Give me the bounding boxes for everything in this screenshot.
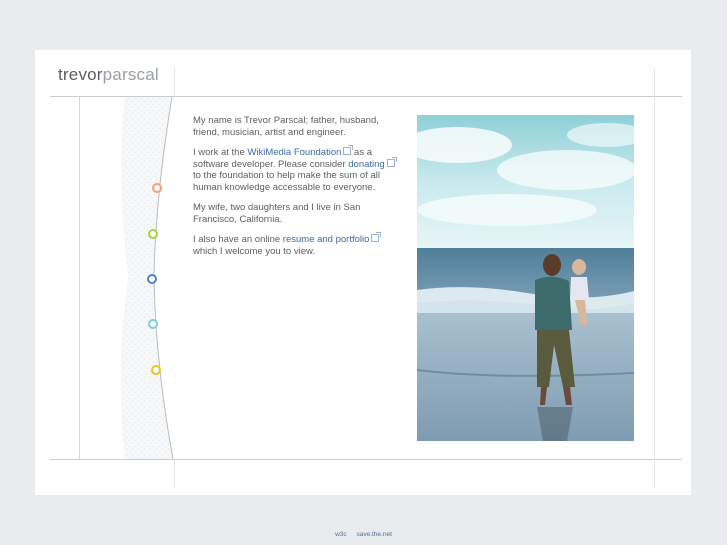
nav-dot-yellow[interactable]: [151, 365, 161, 375]
nav-dot-orange[interactable]: [152, 183, 162, 193]
nav-dot-green[interactable]: [148, 229, 158, 239]
w3c-link[interactable]: w3c: [335, 531, 347, 538]
nav-dot-blue[interactable]: [147, 274, 157, 284]
side-texture: [120, 96, 174, 460]
portfolio-text-2: which I welcome you to view.: [193, 245, 315, 257]
footer: w3c save.the.net: [0, 531, 727, 538]
bio-intro: My name is Trevor Parscal; father, husba…: [193, 115, 379, 138]
bio-content: My name is Trevor Parscal; father, husba…: [193, 115, 401, 266]
logo-divider: [174, 68, 175, 96]
work-text-1: I work at the: [193, 147, 248, 158]
bio-work: I work at the WikiMedia Foundation as a …: [193, 145, 401, 193]
right-rule: [654, 68, 655, 488]
external-link-icon: [386, 156, 397, 167]
bottom-divider: [174, 460, 175, 488]
portfolio-text-1: I also have an online: [193, 234, 283, 245]
footer-rule: [50, 459, 682, 460]
external-link-icon: [371, 232, 382, 242]
portfolio-link-label: resume and portfolio: [282, 234, 370, 245]
wikimedia-link[interactable]: WikiMedia Foundation: [247, 145, 354, 158]
logo-last: parscal: [102, 65, 159, 84]
beach-photo-image: [417, 115, 634, 441]
nav-dot-cyan[interactable]: [148, 319, 158, 329]
side-nav-panel: [80, 96, 180, 460]
donating-link-label: donating: [348, 158, 385, 170]
bio-portfolio: I also have an online resume and portfol…: [193, 232, 401, 257]
work-text-3: to the foundation to help make the sum o…: [193, 170, 380, 193]
beach-photo: [417, 115, 634, 441]
save-the-net-link[interactable]: save.the.net: [356, 531, 391, 538]
logo-first: trevor: [58, 65, 103, 84]
bio-family: My wife, two daughters and I live in San…: [193, 202, 361, 225]
donating-link[interactable]: donating: [348, 156, 397, 170]
portfolio-link[interactable]: resume and portfolio: [282, 232, 382, 245]
site-logo[interactable]: trevorparscal: [58, 65, 159, 85]
external-link-icon: [343, 145, 354, 155]
wikimedia-link-label: WikiMedia Foundation: [247, 147, 342, 158]
